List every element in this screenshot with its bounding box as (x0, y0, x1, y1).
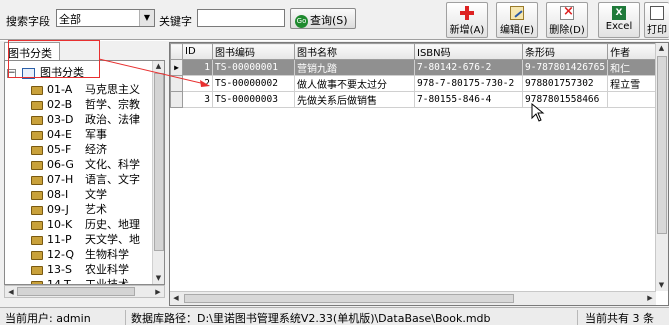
mouse-pointer-icon (531, 103, 545, 122)
status-db-path: 数据库路径：D:\里诺图书管理系统V2.33(单机版)\DataBase\Boo… (128, 310, 578, 325)
annotation-arrow (98, 58, 210, 87)
status-bar: 当前用户: admin 数据库路径：D:\里诺图书管理系统V2.33(单机版)\… (0, 307, 669, 325)
status-total: 当前共有 3 条 (585, 312, 654, 325)
status-user: 当前用户: admin (2, 310, 126, 325)
